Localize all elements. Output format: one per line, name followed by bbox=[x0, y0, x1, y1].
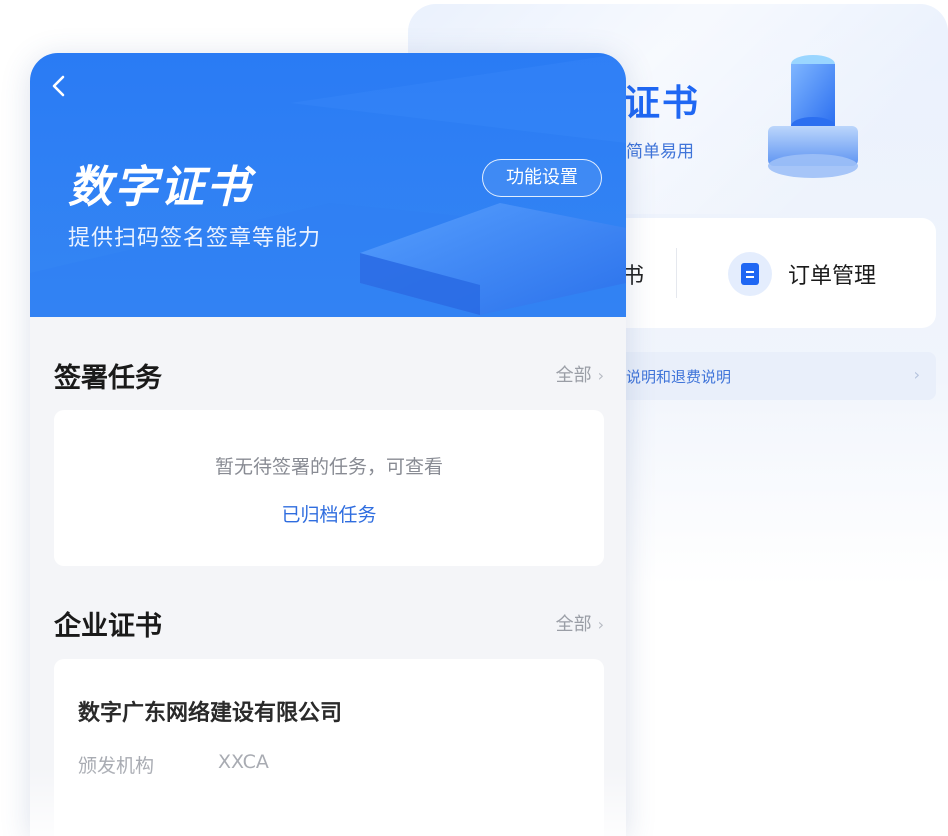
sign-tasks-all-link[interactable]: 全部 › bbox=[556, 361, 604, 387]
document-icon bbox=[741, 263, 759, 285]
archived-tasks-link[interactable]: 已归档任务 bbox=[54, 500, 604, 527]
page-title: 数字证书 bbox=[68, 162, 252, 213]
function-settings-button[interactable]: 功能设置 bbox=[482, 159, 602, 197]
bottom-fade bbox=[30, 766, 626, 836]
back-arrow-icon[interactable] bbox=[44, 71, 74, 101]
back-page-title: 证书 bbox=[624, 83, 701, 124]
chevron-right-icon: › bbox=[913, 365, 920, 384]
back-page-subtitle: 简单易用 bbox=[626, 142, 694, 162]
front-screen-card: 数字证书 提供扫码签名签章等能力 功能设置 签署任务 全部 › 暂无待签署的任务，… bbox=[30, 53, 626, 836]
notice-text: 说明和退费说明 bbox=[626, 368, 732, 386]
enterprise-certs-all-label: 全部 bbox=[555, 614, 592, 635]
chevron-right-icon: › bbox=[597, 615, 604, 634]
enterprise-certs-all-link[interactable]: 全部 › bbox=[556, 610, 604, 636]
page-header: 数字证书 提供扫码签名签章等能力 功能设置 bbox=[30, 53, 626, 317]
menu-divider bbox=[676, 248, 677, 298]
empty-tasks-text: 暂无待签署的任务，可查看 bbox=[214, 456, 443, 478]
back-notice-bar[interactable]: 说明和退费说明 › bbox=[608, 352, 936, 400]
company-name: 数字广东网络建设有限公司 bbox=[78, 701, 343, 726]
sign-tasks-card: 暂无待签署的任务，可查看 已归档任务 bbox=[54, 410, 604, 566]
stamp-illustration bbox=[768, 55, 858, 178]
back-menu-card: 书 订单管理 bbox=[608, 218, 936, 328]
chevron-right-icon: › bbox=[597, 366, 604, 385]
enterprise-certs-title: 企业证书 bbox=[54, 611, 162, 642]
order-icon-circle[interactable] bbox=[728, 252, 772, 296]
sign-tasks-title: 签署任务 bbox=[54, 363, 162, 394]
order-management-label[interactable]: 订单管理 bbox=[788, 258, 876, 290]
sign-tasks-all-label: 全部 bbox=[555, 365, 592, 386]
page-subtitle: 提供扫码签名签章等能力 bbox=[68, 226, 322, 251]
